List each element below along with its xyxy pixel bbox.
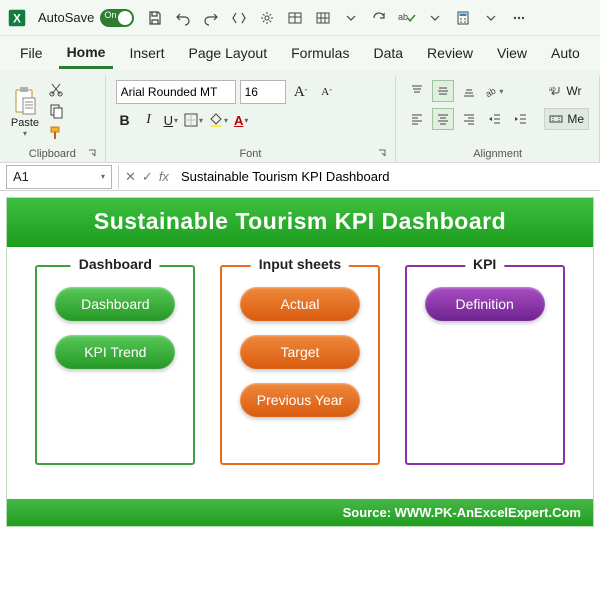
worksheet-area[interactable]: Sustainable Tourism KPI Dashboard Dashbo… bbox=[0, 191, 600, 527]
title-bar: X AutoSave On ab bbox=[0, 0, 600, 36]
formula-bar-input[interactable] bbox=[175, 165, 600, 189]
ribbon: Paste ▾ Clipboard Aˆ Aˇ B I U▾ ▾ bbox=[0, 70, 600, 163]
redo-arrow-icon[interactable] bbox=[368, 7, 390, 29]
align-left-button[interactable] bbox=[406, 108, 428, 130]
font-size-select[interactable] bbox=[240, 80, 286, 104]
paste-button[interactable]: Paste ▾ bbox=[10, 85, 40, 138]
cancel-formula-icon[interactable]: ✕ bbox=[125, 169, 136, 185]
tab-view[interactable]: View bbox=[489, 39, 535, 67]
code-brackets-icon[interactable] bbox=[228, 7, 250, 29]
tab-file[interactable]: File bbox=[12, 39, 51, 67]
settings-gear-icon[interactable] bbox=[256, 7, 278, 29]
chevron-down-icon[interactable] bbox=[340, 7, 362, 29]
link-kpi-trend[interactable]: KPI Trend bbox=[55, 335, 175, 369]
spell-check-icon[interactable]: ab bbox=[396, 7, 418, 29]
save-icon[interactable] bbox=[144, 7, 166, 29]
panel-kpi-title: KPI bbox=[465, 256, 504, 272]
panel-dashboard-title: Dashboard bbox=[71, 256, 160, 272]
increase-font-size-button[interactable]: Aˆ bbox=[290, 81, 312, 103]
chevron-down-icon[interactable] bbox=[480, 7, 502, 29]
ribbon-tabstrip: File Home Insert Page Layout Formulas Da… bbox=[0, 36, 600, 70]
source-attribution: Source: WWW.PK-AnExcelExpert.Com bbox=[7, 499, 593, 526]
svg-text:ab: ab bbox=[484, 86, 497, 98]
undo-icon[interactable] bbox=[172, 7, 194, 29]
format-painter-icon[interactable] bbox=[46, 124, 66, 142]
panel-dashboard: Dashboard Dashboard KPI Trend bbox=[35, 265, 195, 465]
dialog-launcher-icon[interactable] bbox=[87, 148, 97, 158]
autosave-toggle[interactable]: On bbox=[100, 9, 134, 27]
tab-review[interactable]: Review bbox=[419, 39, 481, 67]
copy-icon[interactable] bbox=[46, 102, 66, 120]
border-grid-icon[interactable] bbox=[312, 7, 334, 29]
link-previous-year[interactable]: Previous Year bbox=[240, 383, 360, 417]
link-actual[interactable]: Actual bbox=[240, 287, 360, 321]
table-icon[interactable] bbox=[284, 7, 306, 29]
tab-automate[interactable]: Auto bbox=[543, 39, 588, 67]
panel-input-sheets: Input sheets Actual Target Previous Year bbox=[220, 265, 380, 465]
fill-color-button[interactable]: ▾ bbox=[209, 110, 228, 130]
chevron-down-icon: ▾ bbox=[23, 129, 27, 138]
font-color-button[interactable]: A▾ bbox=[234, 110, 248, 130]
tab-formulas[interactable]: Formulas bbox=[283, 39, 357, 67]
svg-text:ab: ab bbox=[398, 12, 408, 22]
orientation-button[interactable]: ab▾ bbox=[484, 81, 503, 101]
panel-kpi: KPI Definition bbox=[405, 265, 565, 465]
tab-home[interactable]: Home bbox=[59, 38, 114, 69]
decrease-indent-button[interactable] bbox=[484, 108, 506, 130]
chevron-down-icon: ▾ bbox=[101, 172, 105, 181]
link-target[interactable]: Target bbox=[240, 335, 360, 369]
overflow-icon[interactable] bbox=[508, 7, 530, 29]
bold-button[interactable]: B bbox=[116, 111, 134, 129]
link-dashboard[interactable]: Dashboard bbox=[55, 287, 175, 321]
group-alignment-label: Alignment bbox=[473, 148, 522, 160]
align-center-button[interactable] bbox=[432, 108, 454, 130]
cut-icon[interactable] bbox=[46, 80, 66, 98]
tab-insert[interactable]: Insert bbox=[121, 39, 172, 67]
align-right-button[interactable] bbox=[458, 108, 480, 130]
calculator-icon[interactable] bbox=[452, 7, 474, 29]
tab-page-layout[interactable]: Page Layout bbox=[180, 39, 275, 67]
paste-label: Paste bbox=[11, 117, 39, 129]
increase-indent-button[interactable] bbox=[510, 108, 532, 130]
autosave-control[interactable]: AutoSave On bbox=[38, 9, 134, 27]
group-clipboard-label: Clipboard bbox=[29, 148, 76, 160]
group-font: Aˆ Aˇ B I U▾ ▾ ▾ A▾ Font bbox=[106, 76, 397, 162]
autosave-label: AutoSave bbox=[38, 10, 94, 25]
borders-button[interactable]: ▾ bbox=[184, 110, 203, 130]
tab-data[interactable]: Data bbox=[365, 39, 411, 67]
redo-icon[interactable] bbox=[200, 7, 222, 29]
fx-icon[interactable]: fx bbox=[159, 169, 169, 184]
merge-center-button[interactable]: Me bbox=[544, 108, 589, 130]
group-alignment: ab▾ abWr Me Alignment bbox=[396, 76, 600, 162]
align-bottom-button[interactable] bbox=[458, 80, 480, 102]
font-family-select[interactable] bbox=[116, 80, 236, 104]
group-font-label: Font bbox=[239, 148, 261, 160]
wrap-text-button[interactable]: abWr bbox=[544, 80, 589, 102]
formula-bar-row: A1 ▾ ✕ ✓ fx bbox=[0, 163, 600, 191]
enter-formula-icon[interactable]: ✓ bbox=[142, 169, 153, 185]
svg-text:X: X bbox=[13, 11, 21, 25]
name-box[interactable]: A1 ▾ bbox=[6, 165, 112, 189]
panel-input-title: Input sheets bbox=[251, 256, 349, 272]
clipboard-paste-icon bbox=[10, 85, 40, 117]
dialog-launcher-icon[interactable] bbox=[377, 148, 387, 158]
dashboard-frame: Sustainable Tourism KPI Dashboard Dashbo… bbox=[6, 197, 594, 527]
cell-reference: A1 bbox=[13, 169, 29, 184]
excel-app-icon: X bbox=[6, 7, 28, 29]
underline-button[interactable]: U▾ bbox=[164, 110, 178, 130]
chevron-down-icon[interactable] bbox=[424, 7, 446, 29]
quick-access-toolbar: ab bbox=[144, 7, 594, 29]
autosave-state: On bbox=[104, 10, 116, 20]
align-middle-button[interactable] bbox=[432, 80, 454, 102]
align-top-button[interactable] bbox=[406, 80, 428, 102]
italic-button[interactable]: I bbox=[140, 111, 158, 129]
group-clipboard: Paste ▾ Clipboard bbox=[0, 76, 106, 162]
dashboard-title: Sustainable Tourism KPI Dashboard bbox=[7, 198, 593, 247]
link-definition[interactable]: Definition bbox=[425, 287, 545, 321]
decrease-font-size-button[interactable]: Aˇ bbox=[316, 81, 338, 103]
